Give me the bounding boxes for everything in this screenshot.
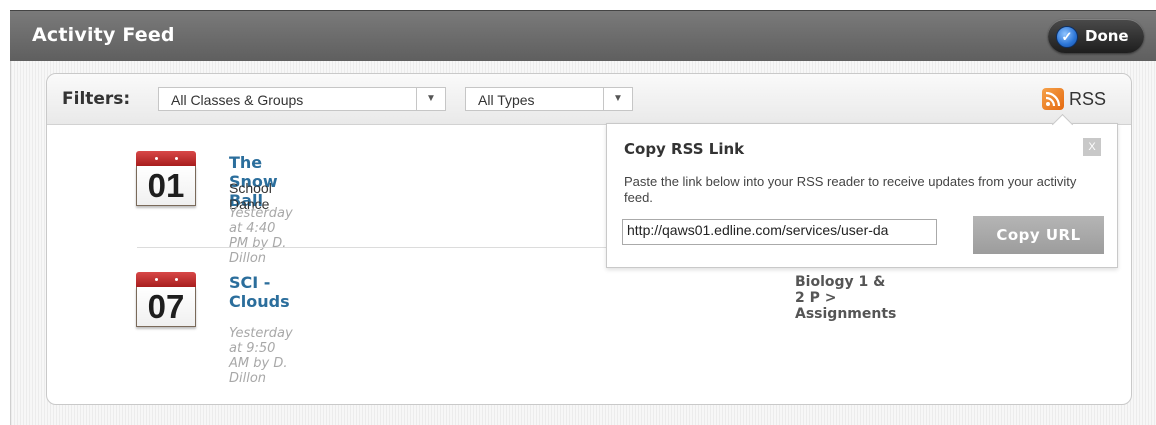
rss-url-input[interactable]: http://qaws01.edline.com/services/user-d… [622,219,937,245]
popup-title: Copy RSS Link [624,140,745,158]
rss-label: RSS [1069,89,1107,109]
chevron-down-icon: ▼ [603,88,632,110]
breadcrumb[interactable]: Biology 1 & 2 P > Assignments [795,274,896,322]
rss-button[interactable]: RSS [1042,87,1122,113]
calendar-day: 07 [147,288,185,325]
class-filter-value: All Classes & Groups [171,92,304,108]
calendar-icon: 01 [136,151,196,207]
chevron-down-icon: ▼ [416,88,445,110]
type-filter-value: All Types [478,92,535,108]
checkmark-icon: ✓ [1056,26,1078,48]
done-button-label: Done [1085,27,1129,45]
filter-bar: Filters: All Classes & Groups ▼ All Type… [47,74,1131,125]
type-filter-select[interactable]: All Types ▼ [465,87,633,111]
popup-description: Paste the link below into your RSS reade… [624,174,1077,205]
page-title: Activity Feed [32,24,175,46]
rss-popup: Copy RSS Link X Paste the link below int… [606,123,1118,268]
feed-item-title[interactable]: SCI - Clouds [229,273,290,311]
done-button[interactable]: ✓ Done [1048,19,1144,53]
class-filter-select[interactable]: All Classes & Groups ▼ [158,87,446,111]
close-icon[interactable]: X [1083,138,1101,156]
header-bar: Activity Feed ✓ Done [10,10,1156,61]
activity-feed-panel: Filters: All Classes & Groups ▼ All Type… [46,73,1132,405]
calendar-day: 01 [147,167,185,204]
copy-url-button[interactable]: Copy URL [973,216,1104,254]
calendar-icon: 07 [136,272,196,328]
rss-icon [1042,88,1064,110]
feed-item-meta: Yesterday at 4:40 PM by D. Dillon [229,206,293,266]
feed-item-meta: Yesterday at 9:50 AM by D. Dillon [229,326,293,386]
filters-label: Filters: [62,89,131,109]
